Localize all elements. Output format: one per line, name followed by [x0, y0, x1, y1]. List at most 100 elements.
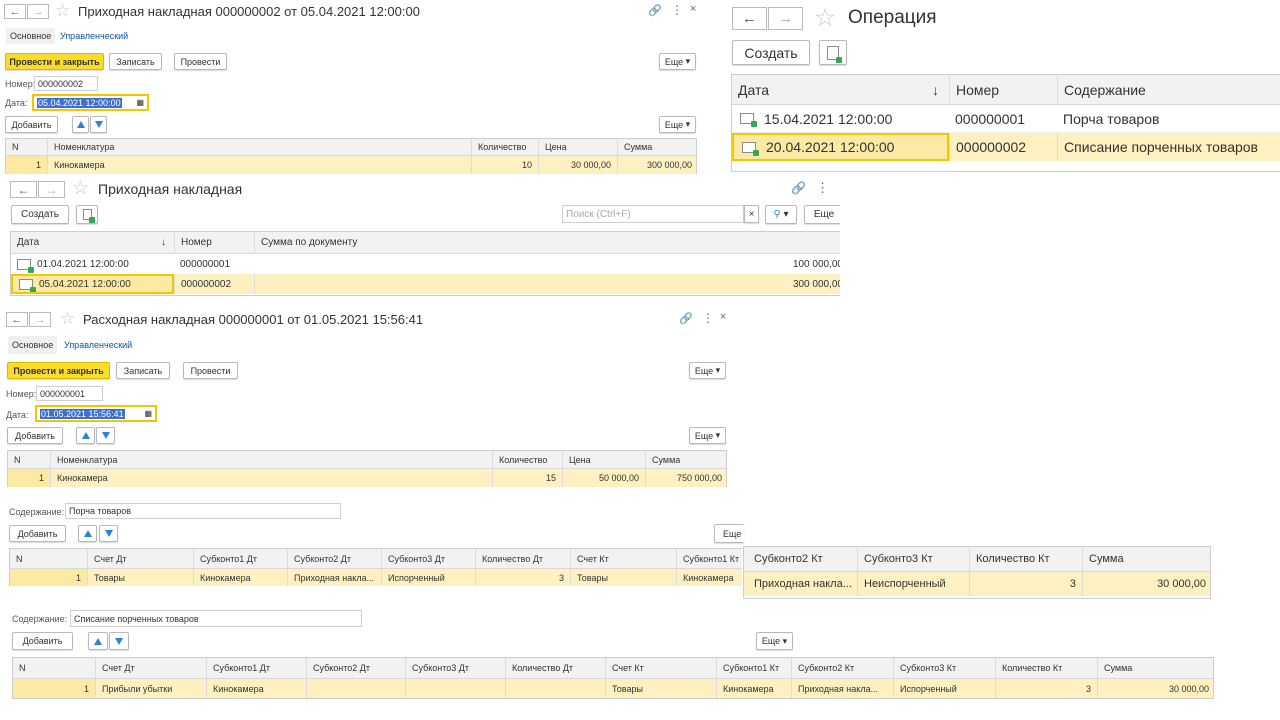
cell-price: 50 000,00 — [562, 469, 645, 487]
content-label: Содержание: — [12, 614, 68, 624]
link-icon[interactable]: 🔗 — [648, 4, 662, 17]
table-header: N Номенклатура Количество Цена Сумма — [6, 139, 696, 156]
clear-search-button[interactable]: × — [744, 205, 759, 223]
post-and-close-button[interactable]: Провести и закрыть — [5, 53, 104, 70]
date-field[interactable]: 01.05.2021 15:56:41 ▦ — [35, 405, 157, 422]
arrow-down-icon — [115, 637, 123, 645]
more-button-table[interactable]: Еще ▾ — [659, 116, 696, 133]
add-button[interactable]: Добавить — [7, 427, 63, 444]
dropdown-icon: ▾ — [685, 56, 691, 66]
save-button[interactable]: Записать — [116, 362, 170, 379]
post-button[interactable]: Провести — [183, 362, 238, 379]
more-button[interactable]: Еще ▾ — [756, 632, 793, 650]
cell-date: 20.04.2021 12:00:00 — [732, 133, 949, 161]
forward-button[interactable]: → — [768, 7, 803, 30]
forward-button[interactable]: → — [38, 181, 65, 198]
add-button[interactable]: Добавить — [12, 632, 73, 650]
link-icon[interactable]: 🔗 — [791, 181, 806, 195]
date-text: 05.04.2021 12:00:00 — [39, 278, 131, 290]
cell-number: 000000001 — [180, 258, 231, 270]
move-down-button[interactable] — [90, 116, 107, 133]
favorite-star-icon[interactable]: ☆ — [55, 1, 70, 21]
table-row[interactable]: 20.04.2021 12:00:00 000000002 Списание п… — [732, 133, 1280, 161]
more-button[interactable]: Еще ▾ — [689, 362, 726, 379]
more-button[interactable]: Еще ▾ — [659, 53, 696, 70]
create-button[interactable]: Создать — [732, 40, 810, 65]
add-button[interactable]: Добавить — [9, 525, 66, 542]
post-and-close-button[interactable]: Провести и закрыть — [7, 362, 110, 379]
date-field[interactable]: 05.04.2021 12:00:00 ▦ — [32, 94, 149, 111]
link-icon[interactable]: 🔗 — [679, 312, 693, 325]
table-row[interactable]: 15.04.2021 12:00:00 000000001 Порча това… — [732, 105, 1280, 133]
more-button[interactable]: Еще — [804, 205, 840, 224]
content-field[interactable]: Порча товаров — [65, 503, 341, 519]
cell-sub2-kt: Приходная накла... — [791, 679, 893, 698]
more-button[interactable]: Еще — [714, 524, 744, 543]
col-date[interactable]: Дата ↓ — [11, 232, 174, 253]
cell-qty-dt — [505, 679, 605, 698]
close-icon[interactable]: × — [720, 311, 726, 323]
cell-qty: 15 — [492, 469, 562, 487]
more-button-table[interactable]: Еще ▾ — [689, 427, 726, 444]
table-row[interactable]: 05.04.2021 12:00:00 000000002 300 000,00 — [11, 274, 840, 294]
favorite-star-icon[interactable]: ☆ — [60, 309, 75, 329]
search-input[interactable]: Поиск (Ctrl+F) — [562, 205, 744, 223]
back-button[interactable]: ← — [6, 312, 28, 327]
content-field[interactable]: Списание порченных товаров — [70, 610, 362, 627]
tab-management[interactable]: Управленческий — [60, 28, 128, 44]
more-menu-icon[interactable]: ⋮ — [671, 3, 683, 17]
move-up-button[interactable] — [72, 116, 89, 133]
forward-button[interactable]: → — [29, 312, 51, 327]
create-copy-button[interactable] — [76, 205, 98, 224]
more-menu-icon[interactable]: ⋮ — [816, 180, 829, 196]
col-number[interactable]: Номер — [949, 75, 1057, 104]
cell-acc-dt: Товары — [87, 569, 193, 586]
cell-number: 000000001 — [955, 110, 1026, 127]
tab-main[interactable]: Основное — [6, 28, 56, 44]
col-sub3-dt: Субконто3 Дт — [381, 549, 475, 568]
more-menu-icon[interactable]: ⋮ — [702, 311, 714, 325]
number-field[interactable]: 000000001 — [36, 386, 103, 401]
search-button[interactable]: ⚲ ▾ — [765, 205, 797, 224]
receipt-doc-window: ← → ☆ Приходная накладная 000000002 от 0… — [0, 0, 700, 176]
move-up-button[interactable] — [78, 525, 97, 542]
col-date[interactable]: Дата ↓ — [732, 75, 949, 104]
col-sub1-dt: Субконто1 Дт — [193, 549, 287, 568]
table-row[interactable]: 1 Прибыли убытки Кинокамера Товары Кинок… — [13, 679, 1213, 698]
back-button[interactable]: ← — [10, 181, 37, 198]
table-row[interactable]: 1 Кинокамера 15 50 000,00 750 000,00 — [8, 469, 726, 487]
number-field[interactable]: 000000002 — [34, 76, 98, 91]
post-button[interactable]: Провести — [174, 53, 227, 70]
col-number[interactable]: Номер — [174, 232, 254, 253]
table-row[interactable]: 1 Товары Кинокамера Приходная накла... И… — [10, 569, 742, 586]
table-row[interactable]: 01.04.2021 12:00:00 000000001 100 000,00 — [11, 254, 840, 274]
col-content[interactable]: Содержание — [1057, 75, 1280, 104]
save-button[interactable]: Записать — [109, 53, 162, 70]
table-row[interactable]: 1 Кинокамера 10 30 000,00 300 000,00 — [6, 156, 696, 174]
col-doc-sum[interactable]: Сумма по документу — [254, 232, 840, 253]
back-button[interactable]: ← — [4, 4, 26, 19]
create-copy-button[interactable] — [819, 40, 847, 65]
move-down-button[interactable] — [96, 427, 115, 444]
favorite-star-icon[interactable]: ☆ — [72, 177, 89, 200]
add-button[interactable]: Добавить — [5, 116, 58, 133]
close-icon[interactable]: × — [690, 3, 696, 15]
calendar-icon[interactable]: ▦ — [144, 409, 152, 418]
cell-sub1-dt: Кинокамера — [206, 679, 306, 698]
move-up-button[interactable] — [88, 632, 108, 650]
move-up-button[interactable] — [76, 427, 95, 444]
table-row[interactable]: Приходная накла... Неиспорченный 3 30 00… — [744, 572, 1210, 596]
back-button[interactable]: ← — [732, 7, 767, 30]
cell-date: 01.04.2021 12:00:00 — [11, 254, 174, 274]
tab-management[interactable]: Управленческий — [64, 336, 132, 354]
goods-table: N Номенклатура Количество Цена Сумма 1 К… — [7, 450, 727, 487]
calendar-icon[interactable]: ▦ — [136, 98, 144, 107]
move-down-button[interactable] — [109, 632, 129, 650]
col-sub3-kt: Субконто3 Кт — [893, 658, 995, 678]
favorite-star-icon[interactable]: ☆ — [814, 3, 836, 33]
move-down-button[interactable] — [99, 525, 118, 542]
col-price: Цена — [562, 451, 645, 468]
forward-button[interactable]: → — [27, 4, 49, 19]
tab-main[interactable]: Основное — [8, 336, 58, 354]
create-button[interactable]: Создать — [11, 205, 69, 224]
